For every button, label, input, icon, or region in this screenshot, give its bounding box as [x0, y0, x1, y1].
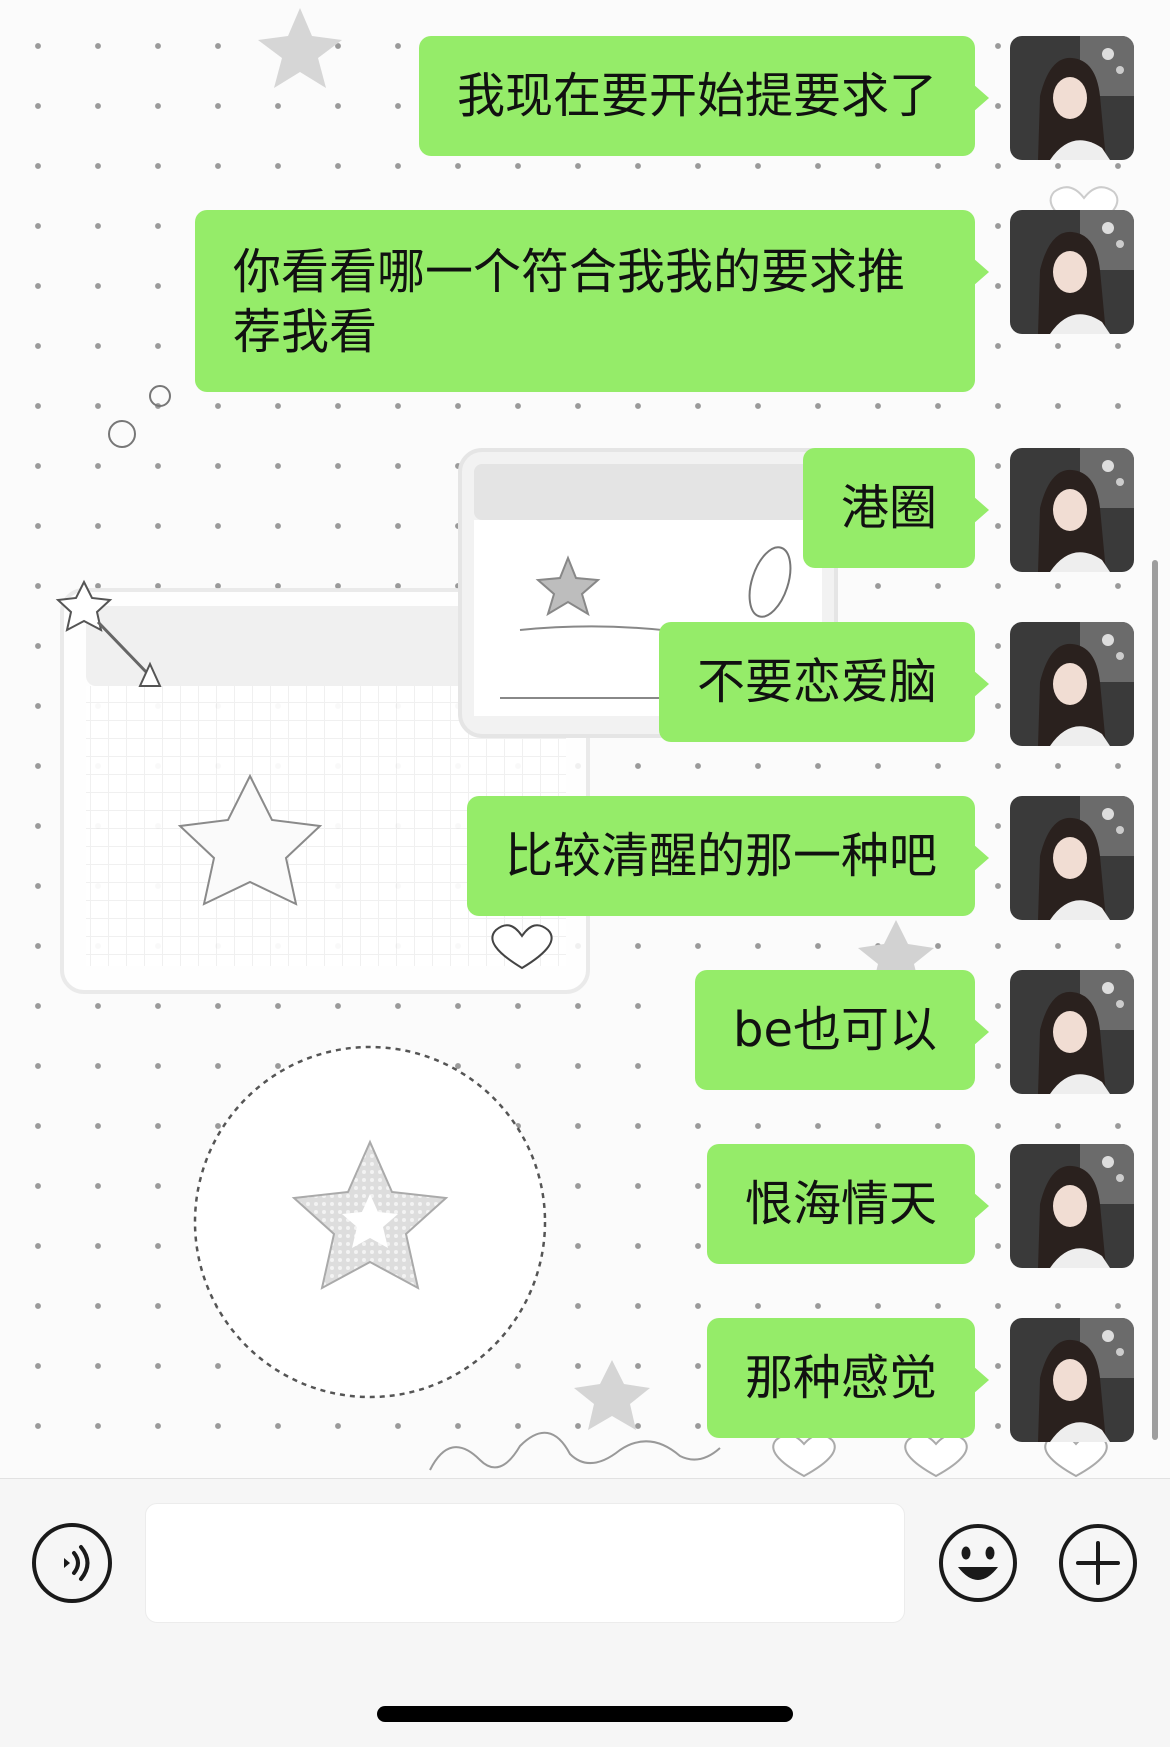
avatar-image	[1010, 796, 1134, 920]
message-bubble[interactable]: 港圈	[802, 448, 990, 568]
avatar[interactable]	[1010, 970, 1134, 1094]
avatar-image	[1010, 36, 1134, 160]
avatar[interactable]	[1010, 1318, 1134, 1442]
avatar[interactable]	[1010, 1144, 1134, 1268]
avatar-image	[1010, 448, 1134, 572]
avatar-image	[1010, 970, 1134, 1094]
avatar[interactable]	[1010, 622, 1134, 746]
avatar[interactable]	[1010, 36, 1134, 160]
avatar-image	[1010, 1318, 1134, 1442]
voice-button[interactable]	[32, 1523, 112, 1603]
home-indicator[interactable]	[377, 1706, 793, 1722]
emoji-button[interactable]	[938, 1523, 1018, 1603]
avatar[interactable]	[1010, 796, 1134, 920]
avatar-image	[1010, 210, 1134, 334]
scrollbar[interactable]	[1152, 560, 1158, 1440]
avatar-image	[1010, 1144, 1134, 1268]
avatar-image	[1010, 622, 1134, 746]
voice-icon	[64, 1545, 90, 1581]
message-bubble[interactable]: 不要恋爱脑	[658, 622, 990, 742]
smiley-icon	[939, 1524, 1017, 1602]
message-bubble[interactable]: 恨海情天	[706, 1144, 990, 1264]
chat-area[interactable]: 我现在要开始提要求了 你看看哪一个符合我我的要求推荐我看 港圈 不要恋爱脑 比较…	[0, 0, 1170, 1478]
more-button[interactable]	[1058, 1523, 1138, 1603]
message-bubble[interactable]: 我现在要开始提要求了	[418, 36, 990, 156]
message-bubble[interactable]: be也可以	[694, 970, 990, 1090]
message-bubble[interactable]: 那种感觉	[706, 1318, 990, 1438]
message-input[interactable]	[145, 1503, 905, 1623]
avatar[interactable]	[1010, 448, 1134, 572]
avatar[interactable]	[1010, 210, 1134, 334]
message-bubble[interactable]: 比较清醒的那一种吧	[466, 796, 990, 916]
plus-icon	[1059, 1524, 1137, 1602]
message-bubble[interactable]: 你看看哪一个符合我我的要求推荐我看	[195, 210, 989, 392]
